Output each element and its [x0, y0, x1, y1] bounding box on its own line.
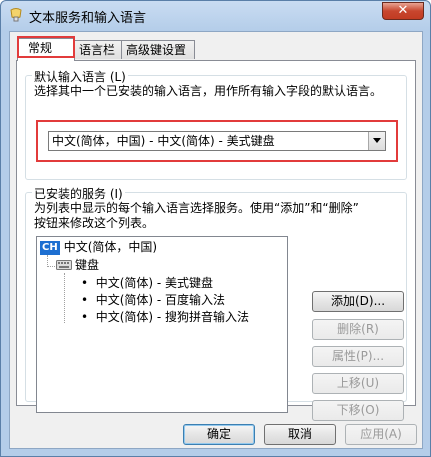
default-language-description: 选择其中一个已安装的输入语言，用作所有输入字段的默认语言。 [34, 84, 383, 98]
remove-button[interactable]: 删除(R) [312, 319, 404, 340]
move-down-button[interactable]: 下移(O) [312, 400, 404, 421]
move-up-button[interactable]: 上移(U) [312, 373, 404, 394]
installed-services-description-line2: 按钮来修改这个列表。 [34, 216, 155, 230]
installed-services-label: 已安装的服务 (I) [32, 185, 125, 202]
close-icon: ✕ [397, 3, 409, 18]
tree-item-baidu-ime[interactable]: • 中文(简体) - 百度输入法 [81, 292, 225, 308]
tab-strip: 常规 语言栏 高级键设置 [16, 36, 416, 61]
installed-services-description-line1: 为列表中显示的每个输入语言选择服务。使用“添加”和“删除” [34, 201, 359, 215]
text-services-icon [8, 7, 24, 23]
cancel-button[interactable]: 取消 [264, 424, 336, 445]
installed-services-group: 已安装的服务 (I) 为列表中显示的每个输入语言选择服务。使用“添加”和“删除”… [25, 185, 407, 421]
tree-item-sogou-ime[interactable]: • 中文(简体) - 搜狗拼音输入法 [81, 309, 249, 325]
default-language-group: 默认输入语言 (L) 选择其中一个已安装的输入语言，用作所有输入字段的默认语言。… [25, 68, 407, 180]
tab-language-bar[interactable]: 语言栏 [74, 40, 122, 59]
tree-connector [64, 273, 65, 323]
tree-item-us-keyboard[interactable]: • 中文(简体) - 美式键盘 [81, 275, 213, 291]
apply-button[interactable]: 应用(A) [345, 424, 417, 445]
ok-button[interactable]: 确定 [183, 424, 255, 445]
dialog-client: 常规 语言栏 高级键设置 默认输入语言 (L) 选择其中一个已安装的输入语言，用… [9, 31, 423, 449]
general-panel: 默认输入语言 (L) 选择其中一个已安装的输入语言，用作所有输入字段的默认语言。… [16, 60, 416, 421]
language-badge: CH [40, 240, 60, 255]
default-language-label: 默认输入语言 (L) [32, 68, 128, 85]
keyboard-icon [56, 258, 72, 274]
dialog-window: 文本服务和输入语言 ✕ 常规 语言栏 高级键设置 默认输入语言 (L) 选择其中… [0, 0, 431, 457]
tab-advanced-key-settings[interactable]: 高级键设置 [121, 40, 195, 59]
default-language-select[interactable]: 中文(简体，中国) - 中文(简体) - 美式键盘 [48, 131, 386, 151]
services-tree[interactable]: CH 中文(简体，中国) 键盘 • 中文(简体) - 美式键盘 • 中文(简体)… [36, 236, 288, 413]
title-bar[interactable]: 文本服务和输入语言 ✕ [1, 1, 430, 29]
properties-button[interactable]: 属性(P)... [312, 346, 404, 367]
tree-keyboard-node[interactable]: 键盘 [56, 257, 99, 274]
tree-language-node[interactable]: CH 中文(简体，中国) [40, 239, 157, 255]
close-button[interactable]: ✕ [382, 2, 424, 20]
tab-general[interactable]: 常规 [17, 38, 75, 61]
tree-connector [47, 266, 55, 267]
dropdown-arrow-icon[interactable] [368, 132, 385, 150]
window-title: 文本服务和输入语言 [29, 11, 147, 26]
add-button[interactable]: 添加(D)... [312, 291, 404, 312]
